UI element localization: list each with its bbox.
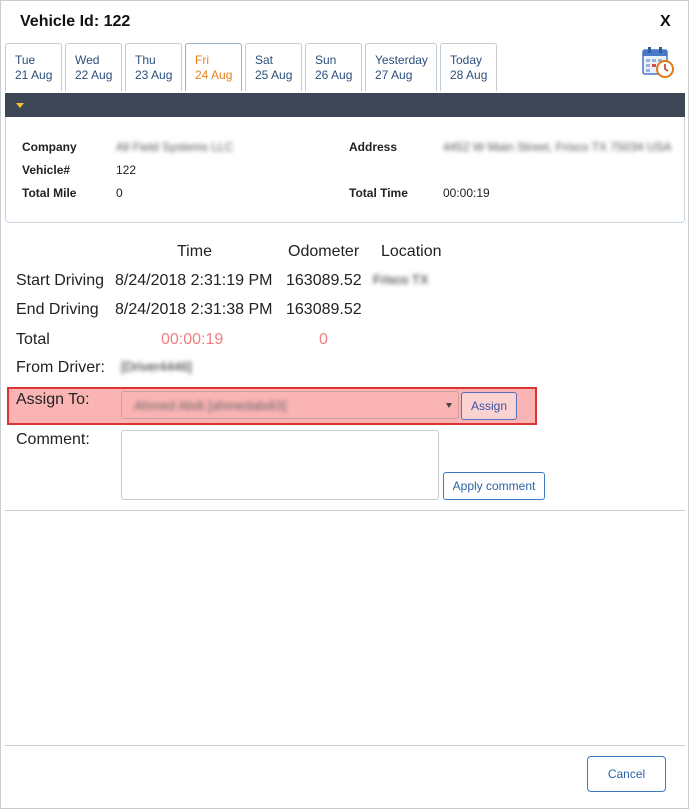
start-driving-label: Start Driving [16,272,105,289]
cancel-button[interactable]: Cancel [587,756,666,792]
start-odometer: 163089.52 [286,272,362,289]
assign-button[interactable]: Assign [461,392,517,420]
dialog-title: Vehicle Id: 122 [20,13,131,30]
total-label: Total [16,331,50,348]
vehicle-number-label: Vehicle# [22,163,71,177]
vehicle-dialog: Vehicle Id: 122 X Tue 21 Aug Wed 22 Aug Th… [0,0,689,809]
company-value: All Field Systems LLC [116,140,234,154]
total-mile-value: 0 [116,186,123,200]
total-time: 00:00:19 [161,331,224,348]
vehicle-info-panel: Company All Field Systems LLC Vehicle# 1… [5,117,685,223]
tab-thu[interactable]: Thu 23 Aug [125,43,182,91]
end-odometer: 163089.52 [286,301,362,318]
assign-driver-select[interactable]: Ahmed Abdi [ahmedabdi3] [121,391,459,419]
vehicle-number-value: 122 [116,163,137,177]
address-label: Address [349,140,398,154]
time-header: Time [177,243,212,260]
comment-textarea[interactable] [121,430,439,500]
tab-yesterday[interactable]: Yesterday 27 Aug [365,43,437,91]
tab-sat[interactable]: Sat 25 Aug [245,43,302,91]
close-button[interactable]: X [660,13,671,31]
chevron-down-icon [16,103,24,108]
calendar-clock-icon[interactable] [641,45,675,79]
end-time: 8/24/2018 2:31:38 PM [115,301,273,318]
tab-wed[interactable]: Wed 22 Aug [65,43,122,91]
company-label: Company [22,140,77,154]
total-time-value: 00:00:19 [443,186,490,200]
address-value: 4452 W Main Street, Frisco TX 75034 USA [443,140,672,154]
comment-label: Comment: [16,431,90,448]
odometer-header: Odometer [288,243,360,260]
tab-tue[interactable]: Tue 21 Aug [5,43,62,91]
apply-comment-button[interactable]: Apply comment [443,472,545,500]
total-odometer: 0 [319,331,328,348]
tab-sun[interactable]: Sun 26 Aug [305,43,362,91]
start-location: Frisco TX [373,272,429,287]
assign-to-label: Assign To: [16,391,90,408]
from-driver-label: From Driver: [16,359,105,376]
details-toggle-bar[interactable] [5,93,685,117]
dropdown-arrow-icon [446,403,452,408]
divider-footer [5,745,685,746]
location-header: Location [381,243,442,260]
tab-fri[interactable]: Fri 24 Aug [185,43,242,91]
divider-top [5,510,685,511]
end-driving-label: End Driving [16,301,99,318]
from-driver-value: [Driver4446] [121,359,192,374]
start-time: 8/24/2018 2:31:19 PM [115,272,273,289]
tab-today[interactable]: Today 28 Aug [440,43,497,91]
total-mile-label: Total Mile [22,186,77,200]
assign-selected-value: Ahmed Abdi [ahmedabdi3] [134,398,287,413]
total-time-label: Total Time [349,186,408,200]
